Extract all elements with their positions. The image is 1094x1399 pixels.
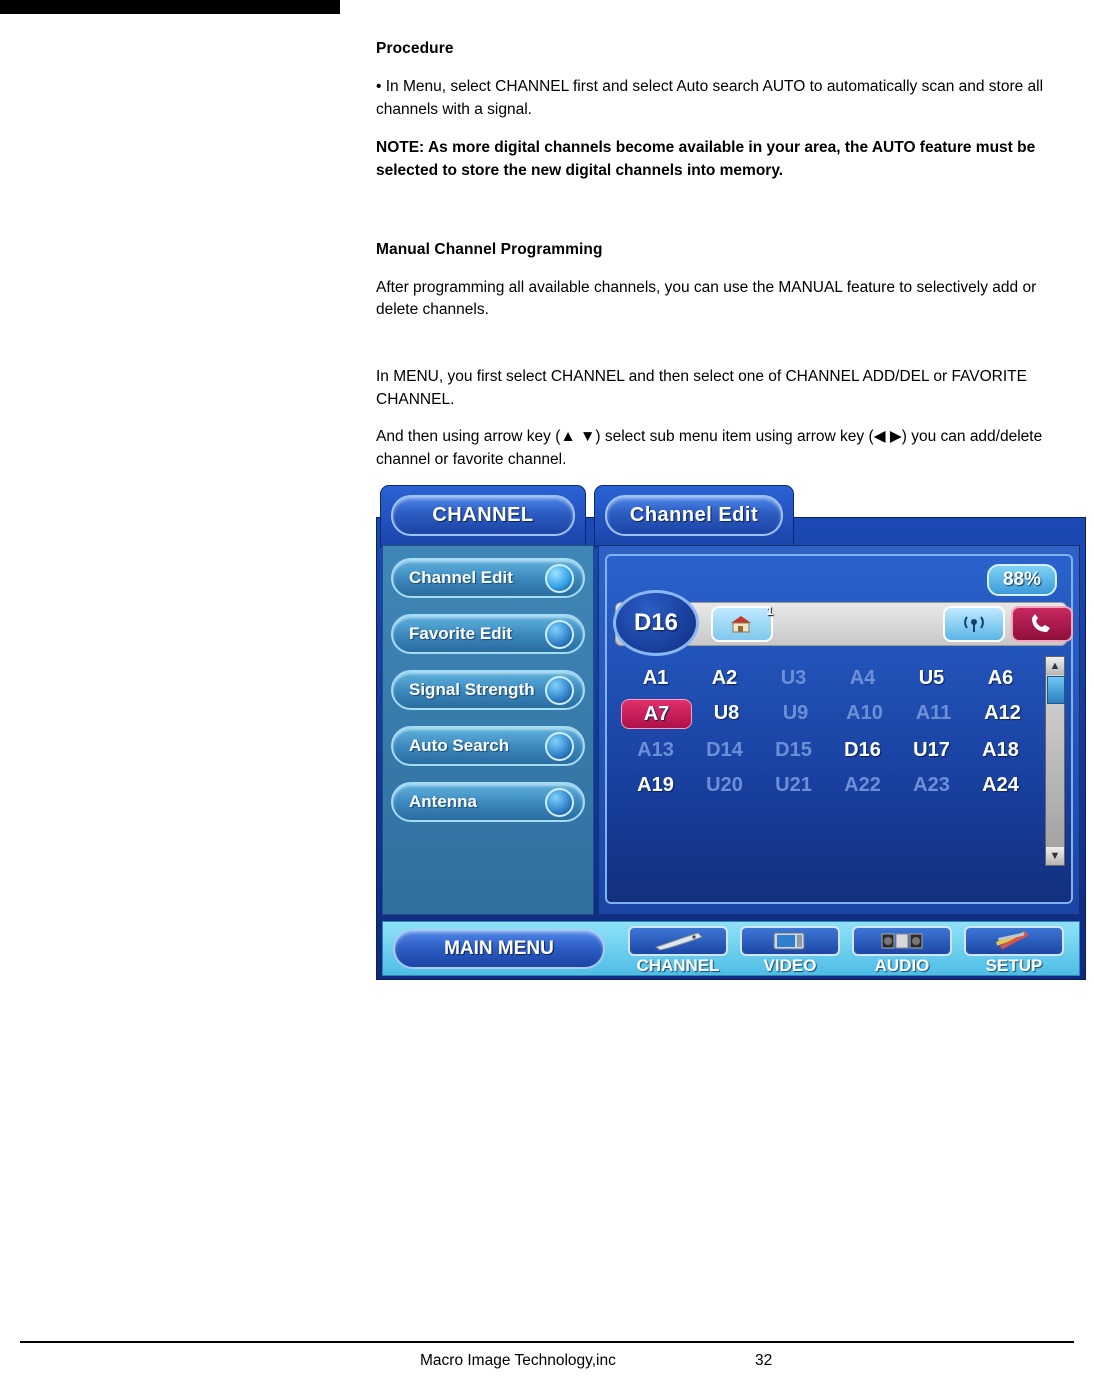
footer-divider [20,1341,1074,1343]
channel-cell[interactable]: U9 [761,699,830,729]
channel-cell[interactable]: U20 [690,771,759,799]
osd-tab-channel-label: CHANNEL [391,495,575,537]
channel-cell[interactable]: A10 [830,699,899,729]
osd-bottom-bar: MAIN MENU CHANNEL VIDEO AUDIO SETUP [382,921,1080,977]
menu-item-favorite-edit[interactable]: Favorite Edit [391,614,585,655]
bottom-item-setup[interactable]: SETUP [959,926,1069,976]
channel-cell[interactable]: A1 [621,664,690,692]
bottom-item-video[interactable]: VIDEO [735,926,845,976]
menu-item-favorite-edit-label: Favorite Edit [409,624,512,644]
house-icon: 1 [711,604,773,643]
channel-cell[interactable]: D14 [690,736,759,764]
tv-icon [740,926,840,957]
channel-cell-selected[interactable]: A7 [621,699,692,730]
signal-percent-badge: 88% [986,564,1057,597]
channel-cell[interactable]: A12 [968,699,1037,729]
channel-cell[interactable]: A24 [966,771,1035,799]
channel-row: A19 U20 U21 A22 A23 A24 [621,771,1039,799]
osd-left-menu: Channel Edit Favorite Edit Signal Streng… [382,545,594,916]
bottom-item-video-label: VIDEO [763,956,817,976]
channel-grid: A1 A2 U3 A4 U5 A6 A7 U8 U9 A10 A11 A12 A… [621,664,1039,806]
main-menu-button[interactable]: MAIN MENU [393,929,605,970]
scroll-down-arrow-icon[interactable]: ▼ [1046,847,1064,866]
menu-item-signal-strength-label: Signal Strength [409,680,535,700]
channel-cell[interactable]: U3 [759,664,828,692]
header-black-bar [0,0,340,14]
radio-knob-icon [545,619,574,649]
paragraph-arrow-keys: And then using arrow key (▲ ▼) select su… [376,427,1043,468]
channel-row: A7 U8 U9 A10 A11 A12 [621,699,1039,730]
menu-item-auto-search-label: Auto Search [409,736,510,756]
bottom-item-audio-label: AUDIO [874,956,930,976]
channel-cell[interactable]: U21 [759,771,828,799]
section-title-manual-channel-programming: Manual Channel Programming [376,240,603,258]
channel-cell[interactable]: A4 [828,664,897,692]
bottom-item-audio[interactable]: AUDIO [847,926,957,976]
radio-knob-icon [545,675,574,705]
scroll-up-arrow-icon[interactable]: ▲ [1046,657,1064,676]
menu-item-antenna-label: Antenna [409,792,477,812]
paragraph-menu-selection: In MENU, you first select CHANNEL and th… [376,368,1027,408]
paragraph-manual-feature: After programming all available channels… [376,278,1037,319]
channel-edit-panel: 88% D16 1 A1 A2 U3 A4 U5 A6 A7 U8 U9 A10… [605,554,1073,905]
menu-item-signal-strength[interactable]: Signal Strength [391,670,585,711]
house-badge: 1 [766,604,773,619]
channel-row: A1 A2 U3 A4 U5 A6 [621,664,1039,692]
osd-screenshot: CHANNEL Channel Edit · · · · · · · · · ·… [376,485,1086,981]
footer-page-number: 32 [755,1352,773,1369]
page-title: Procedure [376,40,454,57]
footer-company-name: Macro Image Technology,inc [420,1352,616,1369]
procedure-note: NOTE: As more digital channels become av… [376,138,1036,180]
current-channel-display: D16 [613,590,699,657]
antenna-icon [943,606,1005,643]
radio-knob-icon [545,563,574,593]
tools-icon [964,926,1064,957]
channel-cell[interactable]: A11 [899,699,968,729]
procedure-bullet: • In Menu, select CHANNEL first and sele… [376,78,1044,118]
remote-icon [628,926,728,957]
phone-icon [1011,606,1073,643]
channel-cell[interactable]: A6 [966,664,1035,692]
bottom-item-channel-label: CHANNEL [636,956,720,976]
osd-tab-channel-edit-label: Channel Edit [605,495,783,537]
channel-row: A13 D14 D15 D16 U17 A18 [621,736,1039,764]
channel-cell[interactable]: D15 [759,736,828,764]
bottom-item-setup-label: SETUP [985,956,1043,976]
channel-cell[interactable]: A13 [621,736,690,764]
speaker-icon [852,926,952,957]
scrollbar-thumb[interactable] [1047,676,1065,705]
bottom-item-channel[interactable]: CHANNEL [623,926,733,976]
channel-cell[interactable]: A22 [828,771,897,799]
channel-cell[interactable]: A23 [897,771,966,799]
channel-cell[interactable]: U5 [897,664,966,692]
channel-cell[interactable]: D16 [828,736,897,764]
channel-cell[interactable]: A18 [966,736,1035,764]
osd-right-panel: 88% D16 1 A1 A2 U3 A4 U5 A6 A7 U8 U9 A10… [598,545,1080,916]
vertical-scrollbar[interactable]: ▲ ▼ [1045,656,1065,867]
radio-knob-icon [545,787,574,817]
menu-item-auto-search[interactable]: Auto Search [391,726,585,767]
osd-tab-channel-edit[interactable]: Channel Edit [594,485,794,548]
menu-item-channel-edit-label: Channel Edit [409,568,513,588]
channel-cell[interactable]: A19 [621,771,690,799]
channel-cell[interactable]: U17 [897,736,966,764]
page-content: Procedure • In Menu, select CHANNEL firs… [376,40,1086,981]
channel-cell[interactable]: A2 [690,664,759,692]
osd-tab-channel[interactable]: CHANNEL [380,485,586,548]
menu-item-channel-edit[interactable]: Channel Edit [391,558,585,599]
channel-cell[interactable]: U8 [692,699,761,729]
radio-knob-icon [545,731,574,761]
menu-item-antenna[interactable]: Antenna [391,782,585,823]
